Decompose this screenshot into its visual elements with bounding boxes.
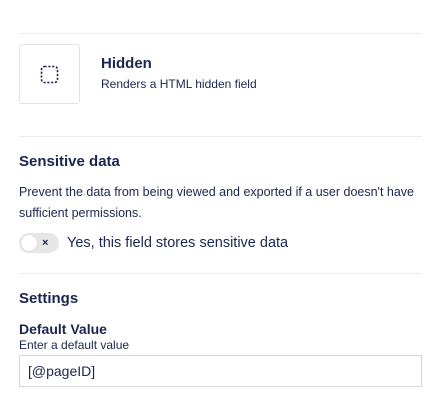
field-type-description: Renders a HTML hidden field — [101, 77, 257, 91]
default-value-input[interactable] — [19, 355, 422, 387]
field-type-title: Hidden — [101, 55, 152, 72]
settings-heading: Settings — [19, 290, 79, 307]
dashed-square-icon — [40, 65, 59, 84]
sensitive-data-heading: Sensitive data — [19, 153, 120, 170]
toggle-knob — [21, 235, 37, 251]
section-divider — [19, 273, 422, 274]
sensitive-data-toggle-label[interactable]: Yes, this field stores sensitive data — [67, 235, 288, 251]
field-editor-panel: Hidden Renders a HTML hidden field Sensi… — [0, 0, 444, 399]
sensitive-data-toggle-row[interactable]: × Yes, this field stores sensitive data — [19, 232, 288, 254]
sensitive-data-toggle[interactable]: × — [19, 233, 59, 253]
close-icon: × — [42, 237, 49, 249]
default-value-label: Default Value — [19, 321, 107, 337]
field-type-card[interactable]: Hidden Renders a HTML hidden field — [19, 44, 439, 106]
default-value-description: Enter a default value — [19, 338, 130, 352]
sensitive-data-description: Prevent the data from being viewed and e… — [19, 185, 414, 220]
field-type-icon-box[interactable] — [19, 44, 80, 104]
section-divider — [19, 136, 422, 137]
top-divider — [19, 33, 422, 34]
